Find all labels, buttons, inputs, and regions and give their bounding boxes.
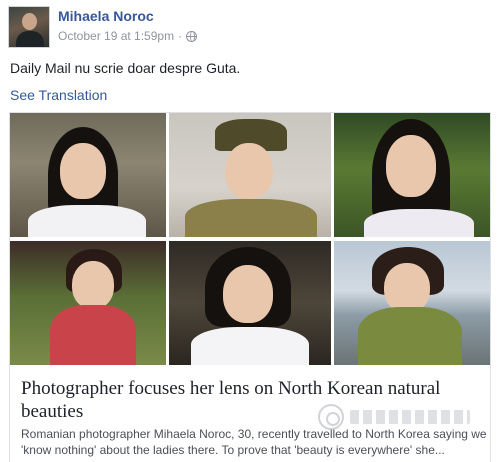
portrait-photo[interactable]: [10, 241, 166, 365]
photo-grid[interactable]: [10, 113, 490, 365]
link-headline[interactable]: Photographer focuses her lens on North K…: [21, 377, 481, 423]
avatar[interactable]: [8, 6, 50, 48]
post-timestamp[interactable]: October 19 at 1:59pm: [58, 28, 174, 44]
link-description: Romanian photographer Mihaela Noroc, 30,…: [21, 427, 487, 457]
portrait-photo[interactable]: [169, 113, 331, 237]
globe-icon[interactable]: [186, 30, 198, 42]
post-header: Mihaela Noroc October 19 at 1:59pm ·: [8, 6, 198, 48]
portrait-photo[interactable]: [334, 113, 490, 237]
portrait-photo[interactable]: [169, 241, 331, 365]
post-meta: Mihaela Noroc October 19 at 1:59pm ·: [58, 6, 198, 44]
author-name[interactable]: Mihaela Noroc: [58, 8, 197, 25]
portrait-photo[interactable]: [334, 241, 490, 365]
portrait-photo[interactable]: [10, 113, 166, 237]
separator-dot: ·: [178, 29, 183, 43]
link-preview-card[interactable]: Photographer focuses her lens on North K…: [9, 112, 491, 462]
post-text: Daily Mail nu scrie doar despre Guta.: [10, 60, 241, 76]
post-subline: October 19 at 1:59pm ·: [58, 28, 198, 44]
see-translation-link[interactable]: See Translation: [10, 86, 107, 104]
